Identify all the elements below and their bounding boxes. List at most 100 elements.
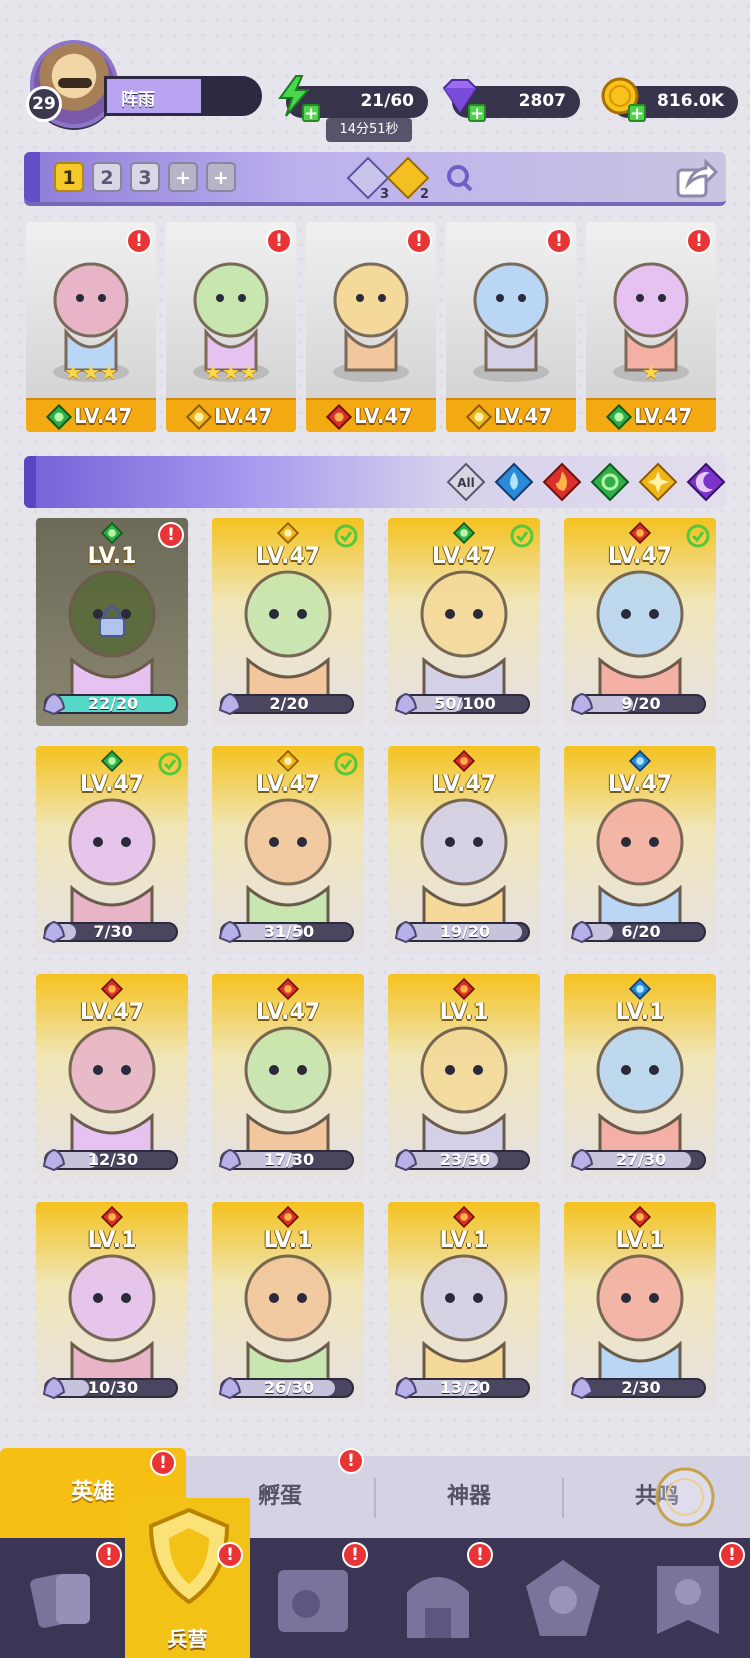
nav-castle-alert: ! <box>467 1542 493 1568</box>
fire-element-icon <box>628 521 652 545</box>
team-hero-card[interactable]: ! LV.47 <box>306 222 436 432</box>
team-hero-card[interactable]: ★ ! LV.47 <box>586 222 716 432</box>
hero-level: LV.1 <box>263 1228 313 1253</box>
shard-count: 50/100 <box>434 694 496 713</box>
hero-level: LV.1 <box>615 1228 665 1253</box>
hero-shard-progress: 23/30 <box>394 1148 530 1172</box>
gem-counter[interactable]: + 2807 <box>442 79 580 123</box>
wind-element-icon <box>45 403 73 431</box>
hero-card[interactable]: LV.47 7/30 <box>36 746 188 954</box>
hero-level-footer: LV.47 <box>586 398 716 432</box>
hero-card[interactable]: LV.1 2/30 <box>564 1202 716 1410</box>
add-team-slot-button[interactable]: + <box>168 162 198 192</box>
hero-alert-badge: ! <box>686 228 712 254</box>
hero-card[interactable]: LV.1 26/30 <box>212 1202 364 1410</box>
hero-card[interactable]: LV.47 2/20 <box>212 518 364 726</box>
hero-star-rating: ★ <box>642 360 660 384</box>
bottom-navigation: ! ! 兵营 ! ! ! <box>0 1498 750 1658</box>
nav-cards-alert: ! <box>96 1542 122 1568</box>
hero-card[interactable]: LV.47 17/30 <box>212 974 364 1182</box>
hero-card[interactable]: LV.1 23/30 <box>388 974 540 1182</box>
hero-card[interactable]: LV.47 9/20 <box>564 518 716 726</box>
nav-barracks[interactable]: ! 兵营 <box>125 1498 250 1658</box>
hero-level: LV.47 <box>74 404 133 428</box>
hero-card[interactable]: LV.47 50/100 <box>388 518 540 726</box>
add-gem-icon[interactable]: + <box>468 104 486 123</box>
hero-shard-progress: 13/20 <box>394 1376 530 1400</box>
hero-shard-progress: 19/20 <box>394 920 530 944</box>
filter-light-icon[interactable] <box>638 462 678 502</box>
hero-portrait <box>68 798 156 926</box>
hero-card[interactable]: LV.1 27/30 <box>564 974 716 1182</box>
hero-card[interactable]: LV.47 19/20 <box>388 746 540 954</box>
shard-count: 7/30 <box>93 922 133 941</box>
badge-count-b: 2 <box>420 187 429 200</box>
tab-artifact[interactable]: 神器 <box>376 1456 562 1538</box>
team-slot-3[interactable]: 3 <box>130 162 160 192</box>
hero-level: LV.1 <box>87 544 137 569</box>
team-selector-bar: 1 2 3 + + 3 2 <box>24 152 726 206</box>
hero-level-footer: LV.47 <box>446 398 576 432</box>
team-hero-card[interactable]: ! LV.47 <box>446 222 576 432</box>
fire-element-icon <box>325 403 353 431</box>
energy-timer: 14分51秒 <box>326 118 412 142</box>
fire-element-icon <box>276 977 300 1001</box>
top-header: 29 阵雨 + 21/60 14分51秒 + 2807 + 816.0K <box>0 36 750 146</box>
add-gold-icon[interactable]: + <box>628 104 646 123</box>
filter-all-label: All <box>457 476 475 490</box>
filter-dark-icon[interactable] <box>686 462 726 502</box>
hero-card[interactable]: LV.1 13/20 <box>388 1202 540 1410</box>
filter-wind-icon[interactable] <box>590 462 630 502</box>
hero-shard-progress: 50/100 <box>394 692 530 716</box>
nav-map[interactable]: ! <box>250 1538 375 1658</box>
gold-counter[interactable]: + 816.0K <box>601 77 738 123</box>
add-team-slot-button-2[interactable]: + <box>206 162 236 192</box>
team-slot-2[interactable]: 2 <box>92 162 122 192</box>
player-name-bar[interactable]: 阵雨 <box>104 76 262 116</box>
team-hero-card[interactable]: ★★★ ! LV.47 <box>166 222 296 432</box>
nav-cards[interactable]: ! <box>0 1538 125 1658</box>
nav-barracks-alert: ! <box>217 1542 243 1568</box>
hero-card[interactable]: LV.47 6/20 <box>564 746 716 954</box>
hero-portrait <box>420 1254 508 1382</box>
fire-element-icon <box>628 1205 652 1229</box>
hero-level: LV.1 <box>439 1228 489 1253</box>
nav-castle[interactable]: ! <box>375 1538 500 1658</box>
filter-fire-icon[interactable] <box>542 462 582 502</box>
sub-tab-bar: 英雄 ! 孵蛋 ! 神器 共鸣 <box>0 1448 750 1538</box>
hero-star-rating: ★★★ <box>204 360 258 384</box>
team-slot-1[interactable]: 1 <box>54 162 84 192</box>
hero-card[interactable]: ! LV.1 22/20 <box>36 518 188 726</box>
hero-level: LV.47 <box>79 772 145 797</box>
floating-assist-icon[interactable] <box>652 1464 718 1530</box>
hero-shard-progress: 31/50 <box>218 920 354 944</box>
fire-element-icon <box>100 1205 124 1229</box>
hero-level: LV.1 <box>87 1228 137 1253</box>
hero-shard-progress: 9/20 <box>570 692 706 716</box>
shard-count: 17/30 <box>263 1150 315 1169</box>
nav-guild[interactable] <box>500 1538 625 1658</box>
hero-card[interactable]: LV.1 10/30 <box>36 1202 188 1410</box>
team-bonus-icons[interactable]: 3 2 <box>346 156 506 200</box>
add-energy-icon[interactable]: + <box>302 104 320 123</box>
hero-shard-progress: 26/30 <box>218 1376 354 1400</box>
shard-count: 27/30 <box>615 1150 667 1169</box>
energy-counter[interactable]: + 21/60 <box>278 75 428 123</box>
hero-level-footer: LV.47 <box>26 398 156 432</box>
filter-all-icon[interactable]: All <box>446 462 486 502</box>
filter-water-icon[interactable] <box>494 462 534 502</box>
hero-level: LV.1 <box>615 1000 665 1025</box>
nav-shop[interactable]: ! <box>625 1538 750 1658</box>
shard-count: 19/20 <box>439 922 491 941</box>
hero-card[interactable]: LV.47 31/50 <box>212 746 364 954</box>
wind-element-icon <box>100 749 124 773</box>
light-element-icon <box>276 521 300 545</box>
lock-icon <box>99 605 125 637</box>
team-hero-card[interactable]: ★★★ ! LV.47 <box>26 222 156 432</box>
hero-star-rating: ★★★ <box>64 360 118 384</box>
hero-card[interactable]: LV.47 12/30 <box>36 974 188 1182</box>
hero-level: LV.47 <box>494 404 553 428</box>
shard-count: 23/30 <box>439 1150 491 1169</box>
share-icon[interactable] <box>674 156 718 200</box>
hero-alert-badge: ! <box>126 228 152 254</box>
